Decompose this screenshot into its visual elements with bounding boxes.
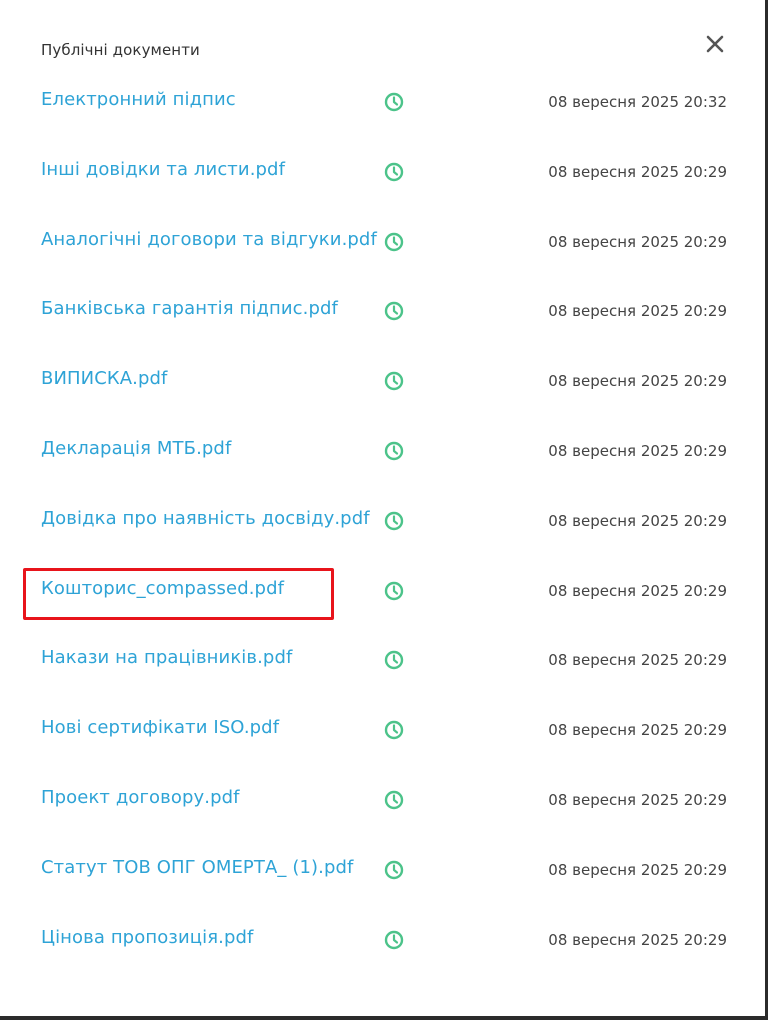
clock-icon [384,720,404,740]
document-date: 08 вересня 2025 20:29 [548,721,727,740]
document-link[interactable]: Банківська гарантія підпис.pdf [41,298,338,319]
close-icon [706,35,724,53]
document-date: 08 вересня 2025 20:29 [548,511,727,530]
clock-icon [384,162,404,181]
document-date: 08 вересня 2025 20:29 [548,232,727,251]
document-date: 08 вересня 2025 20:32 [548,93,727,111]
clock-icon [384,860,404,879]
document-link[interactable]: Кошторис_compassed.pdf [41,578,284,599]
close-button[interactable] [704,33,726,55]
document-row: Накази на працівників.pdf 08 вересня 202… [0,624,768,694]
document-link[interactable]: Інші довідки та листи.pdf [41,159,285,180]
clock-icon [384,651,404,670]
document-row: ВИПИСКА.pdf 08 вересня 2025 20:29 [0,345,768,415]
clock-icon [384,92,404,112]
document-link[interactable]: Цінова пропозиція.pdf [41,927,253,948]
document-row: Інші довідки та листи.pdf 08 вересня 202… [0,136,768,206]
document-link[interactable]: Нові сертифікати ISO.pdf [41,717,279,738]
document-date: 08 вересня 2025 20:29 [548,302,727,321]
document-row-highlighted: Кошторис_compassed.pdf 08 вересня 2025 2… [0,555,768,625]
document-link[interactable]: Проект договору.pdf [41,787,240,808]
document-list: Електронний підпис 08 вересня 2025 20:32… [0,66,768,973]
document-row: Електронний підпис 08 вересня 2025 20:32 [0,66,768,136]
modal-title: Публічні документи [41,41,200,59]
document-row: Банківська гарантія підпис.pdf 08 вересн… [0,275,768,345]
document-link[interactable]: Аналогічні договори та відгуки.pdf [41,229,377,250]
document-date: 08 вересня 2025 20:29 [548,581,727,600]
clock-icon [384,790,404,810]
document-date: 08 вересня 2025 20:29 [548,162,727,181]
clock-icon [384,930,404,949]
document-link[interactable]: Довідка про наявність досвіду.pdf [41,508,370,529]
document-date: 08 вересня 2025 20:29 [548,790,727,809]
document-link[interactable]: Статут ТОВ ОПГ ОМЕРТА_ (1).pdf [41,857,353,878]
document-date: 08 вересня 2025 20:29 [548,930,727,949]
document-link[interactable]: ВИПИСКА.pdf [41,368,168,389]
document-row: Довідка про наявність досвіду.pdf 08 вер… [0,485,768,555]
document-link[interactable]: Декларація МТБ.pdf [41,438,231,459]
clock-icon [384,511,404,530]
clock-icon [384,581,404,600]
document-row: Статут ТОВ ОПГ ОМЕРТА_ (1).pdf 08 вересн… [0,834,768,904]
document-date: 08 вересня 2025 20:29 [548,372,727,391]
document-date: 08 вересня 2025 20:29 [548,860,727,879]
document-row: Цінова пропозиція.pdf 08 вересня 2025 20… [0,904,768,974]
clock-icon [384,441,404,461]
clock-icon [384,302,404,321]
document-row: Проект договору.pdf 08 вересня 2025 20:2… [0,764,768,834]
document-date: 08 вересня 2025 20:29 [548,651,727,670]
clock-icon [384,232,404,251]
document-date: 08 вересня 2025 20:29 [548,441,727,460]
document-link[interactable]: Накази на працівників.pdf [41,647,292,668]
document-row: Декларація МТБ.pdf 08 вересня 2025 20:29 [0,415,768,485]
document-row: Аналогічні договори та відгуки.pdf 08 ве… [0,206,768,276]
clock-icon [384,371,404,391]
document-link[interactable]: Електронний підпис [41,89,236,110]
document-row: Нові сертифікати ISO.pdf 08 вересня 2025… [0,694,768,764]
public-documents-modal: Публічні документи Електронний підпис 08… [0,0,768,1020]
